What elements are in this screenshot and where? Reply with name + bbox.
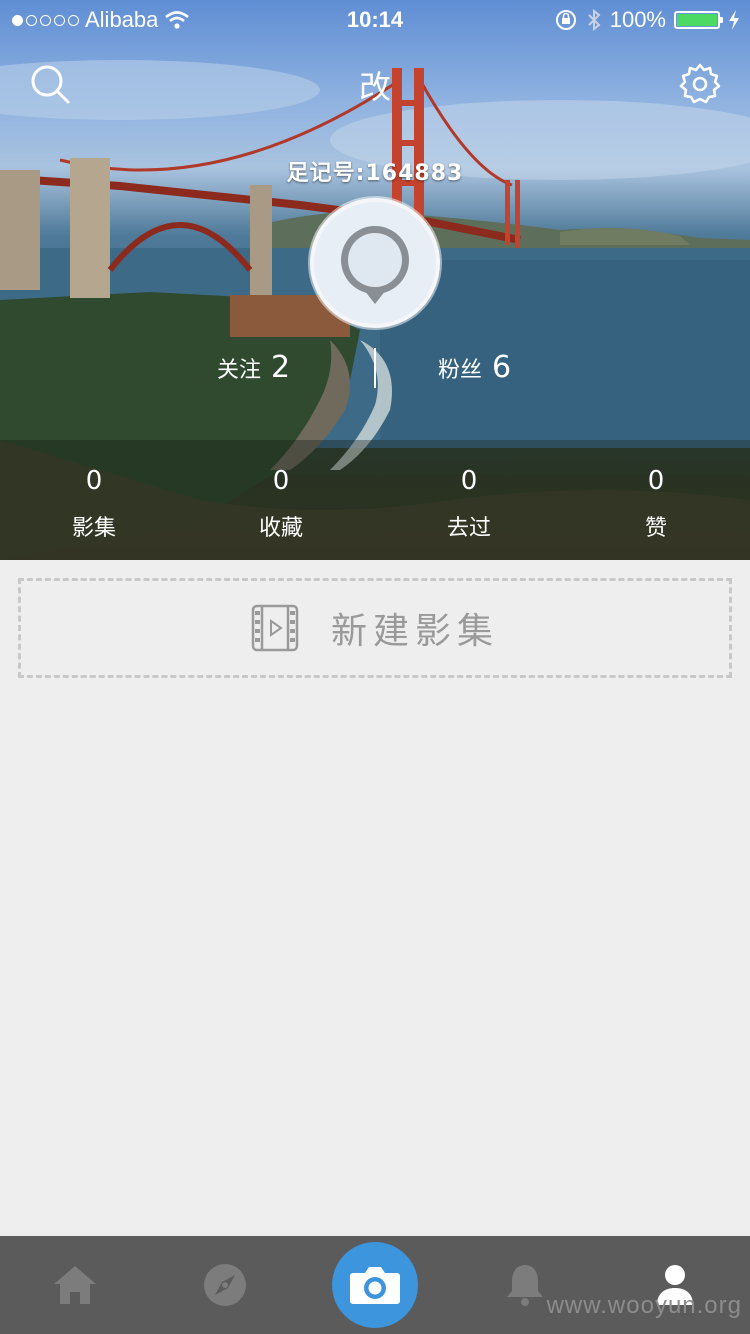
status-bar-right: 100%: [554, 7, 740, 33]
compass-icon: [204, 1264, 246, 1306]
stat-favorites-value: 0: [272, 466, 290, 496]
stat-favorites-label: 收藏: [258, 516, 303, 541]
stat-likes-label: 赞: [644, 516, 667, 541]
following-link[interactable]: 关注 2: [217, 350, 290, 385]
stat-visited[interactable]: 0 去过: [409, 466, 529, 542]
followers-link[interactable]: 粉丝 6: [438, 350, 511, 385]
bell-icon: [507, 1265, 543, 1306]
stat-albums-value: 0: [85, 466, 103, 496]
status-bar: Alibaba 10:14 100%: [0, 0, 750, 40]
watermark: www.wooyun.org: [546, 1292, 742, 1319]
stat-likes-value: 0: [647, 466, 665, 496]
followers-label: 粉丝: [438, 357, 483, 383]
user-id: 足记号:164883: [286, 161, 464, 186]
home-icon: [54, 1266, 96, 1304]
tab-home[interactable]: [25, 1236, 125, 1334]
avatar[interactable]: [310, 198, 440, 328]
bluetooth-icon: [588, 8, 601, 32]
battery-icon: [674, 11, 723, 29]
page-title: 改: [358, 68, 391, 106]
followers-count: 6: [492, 350, 512, 385]
stat-visited-value: 0: [460, 466, 478, 496]
new-album-button[interactable]: 新建影集: [18, 578, 732, 678]
default-avatar-pin-icon: [341, 226, 409, 304]
film-icon: [251, 604, 299, 652]
battery-percent: 100%: [609, 7, 666, 32]
stat-likes[interactable]: 0 赞: [596, 466, 716, 542]
stat-albums-label: 影集: [71, 516, 116, 541]
tab-discover[interactable]: [175, 1236, 275, 1334]
follow-divider: [374, 348, 376, 388]
stat-favorites[interactable]: 0 收藏: [221, 466, 341, 542]
settings-gear-icon[interactable]: [678, 62, 722, 106]
stat-albums[interactable]: 0 影集: [34, 466, 154, 542]
stat-visited-label: 去过: [446, 516, 491, 541]
camera-icon: [350, 1267, 400, 1304]
camera-button[interactable]: [332, 1242, 418, 1328]
orientation-lock-icon: [555, 10, 576, 30]
following-label: 关注: [217, 357, 262, 383]
new-album-label: 新建影集: [330, 611, 499, 652]
following-count: 2: [271, 350, 291, 385]
charging-bolt-icon: [729, 10, 739, 30]
profile-header-background: Alibaba 10:14 100% 改 足记号:164883 关注 2 粉丝 …: [0, 0, 750, 560]
